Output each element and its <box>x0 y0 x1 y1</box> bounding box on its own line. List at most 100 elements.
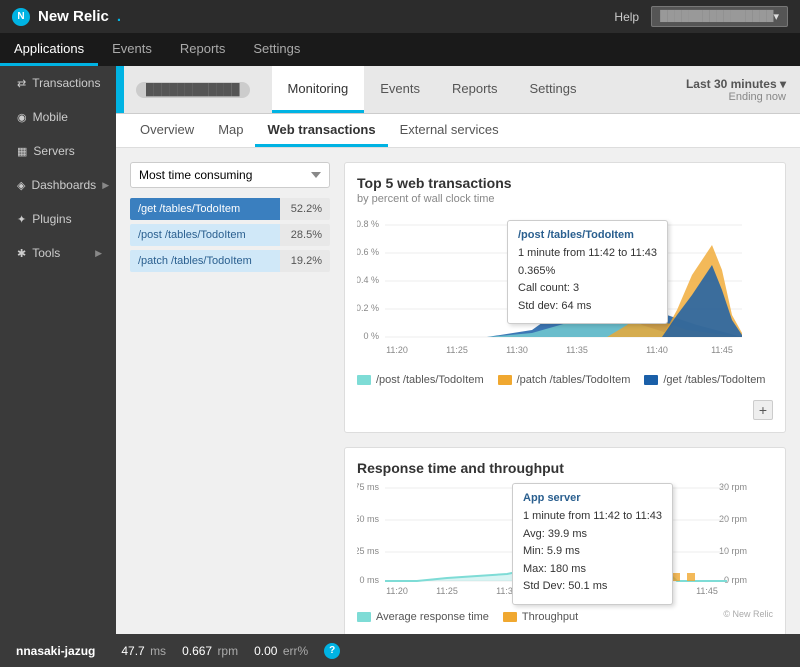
response-tooltip: App server 1 minute from 11:42 to 11:43 … <box>512 483 673 605</box>
tooltip-row-2: Call count: 3 <box>518 280 657 298</box>
tx-pct-patch: 19.2% <box>280 250 330 272</box>
tooltip-row-1: 0.365% <box>518 263 657 281</box>
nav-events[interactable]: Events <box>98 33 166 66</box>
response-legend: Average response time Throughput <box>357 611 578 623</box>
subnav: Overview Map Web transactions External s… <box>116 114 800 148</box>
nav-applications[interactable]: Applications <box>0 33 98 66</box>
transaction-row-patch[interactable]: /patch /tables/TodoItem 19.2% <box>130 250 330 272</box>
tx-label-patch: /patch /tables/TodoItem <box>130 250 280 272</box>
svg-text:11:45: 11:45 <box>711 345 733 355</box>
svg-text:0 %: 0 % <box>363 331 379 341</box>
response-tooltip-title: App server <box>523 492 662 504</box>
response-chart-title: Response time and throughput <box>357 460 773 476</box>
servers-icon: ▦ <box>17 145 27 158</box>
main-content: Most time consuming /get /tables/TodoIte… <box>116 148 800 634</box>
chart-watermark: © New Relic <box>723 609 773 619</box>
tab-reports[interactable]: Reports <box>436 66 514 113</box>
help-link[interactable]: Help <box>614 10 639 24</box>
tooltip-title: /post /tables/TodoItem <box>518 229 657 241</box>
brand-name: New Relic <box>38 8 109 25</box>
content: ████████████ Monitoring Events Reports S… <box>116 66 800 634</box>
subnav-overview[interactable]: Overview <box>128 114 206 147</box>
transaction-row-get[interactable]: /get /tables/TodoItem 52.2% <box>130 198 330 220</box>
nav-reports[interactable]: Reports <box>166 33 240 66</box>
legend-item-patch: /patch /tables/TodoItem <box>498 374 631 386</box>
subnav-external-services[interactable]: External services <box>388 114 511 147</box>
response-chart-section: Response time and throughput 75 ms 50 ms… <box>344 447 786 634</box>
topbar-right: Help ████████████████ ▾ <box>614 6 788 27</box>
user-dropdown[interactable]: ████████████████ ▾ <box>651 6 788 27</box>
sidebar-item-tools[interactable]: ✱ Tools ▶ <box>0 236 116 270</box>
svg-text:20 rpm: 20 rpm <box>719 514 747 524</box>
top5-chart-section: Top 5 web transactions by percent of wal… <box>344 162 786 433</box>
sidebar-item-plugins[interactable]: ✦ Plugins <box>0 202 116 236</box>
top5-legend: /post /tables/TodoItem /patch /tables/To… <box>357 374 773 420</box>
svg-text:0.8 %: 0.8 % <box>357 219 379 229</box>
subnav-map[interactable]: Map <box>206 114 255 147</box>
statusbar: nnasaki-jazug 47.7 ms 0.667 rpm 0.00 err… <box>0 634 800 667</box>
tx-pct-post: 28.5% <box>280 224 330 246</box>
transactions-icon: ⇄ <box>17 77 26 90</box>
tab-settings[interactable]: Settings <box>514 66 593 113</box>
dashboards-icon: ◈ <box>17 179 25 192</box>
sidebar: ⇄ Transactions ◉ Mobile ▦ Servers ◈ Dash… <box>0 66 116 634</box>
left-panel: Most time consuming /get /tables/TodoIte… <box>130 162 330 620</box>
chevron-right-icon-tools: ▶ <box>95 248 102 259</box>
response-chart-container: 75 ms 50 ms 25 ms 0 ms 30 rpm 20 rpm 10 … <box>357 478 773 601</box>
response-tooltip-row-1: Avg: 39.9 ms <box>523 526 662 544</box>
svg-text:11:20: 11:20 <box>386 345 408 355</box>
legend-item-response: Average response time <box>357 611 489 623</box>
status-metric-2: 0.00 err% <box>254 644 308 658</box>
legend-item-throughput: Throughput <box>503 611 578 623</box>
tab-monitoring[interactable]: Monitoring <box>272 66 365 113</box>
svg-text:30 rpm: 30 rpm <box>719 482 747 492</box>
nav-settings[interactable]: Settings <box>239 33 314 66</box>
timerange-selector[interactable]: Last 30 minutes ▾ Ending now <box>672 66 800 113</box>
main-nav: Applications Events Reports Settings <box>0 33 800 66</box>
sidebar-item-mobile[interactable]: ◉ Mobile <box>0 100 116 134</box>
legend-color-patch <box>498 375 512 385</box>
response-tooltip-row-0: 1 minute from 11:42 to 11:43 <box>523 508 662 526</box>
svg-text:25 ms: 25 ms <box>357 546 379 556</box>
brand-dot: . <box>117 8 121 25</box>
status-app-name: nnasaki-jazug <box>16 644 95 658</box>
mobile-icon: ◉ <box>17 111 27 124</box>
app-name-pill[interactable]: ████████████ <box>136 82 250 98</box>
layout: ⇄ Transactions ◉ Mobile ▦ Servers ◈ Dash… <box>0 66 800 634</box>
legend-color-get <box>644 375 658 385</box>
status-help-indicator[interactable]: ? <box>324 643 340 659</box>
top5-chart-subtitle: by percent of wall clock time <box>357 193 773 205</box>
legend-color-throughput <box>503 612 517 622</box>
legend-item-post: /post /tables/TodoItem <box>357 374 484 386</box>
top5-chart-title: Top 5 web transactions <box>357 175 773 191</box>
svg-text:0 rpm: 0 rpm <box>724 575 747 585</box>
status-metric-0: 47.7 ms <box>121 644 166 658</box>
top5-chart-container: 0.8 % 0.6 % 0.4 % 0.2 % 0 % <box>357 215 773 368</box>
svg-text:11:35: 11:35 <box>566 345 588 355</box>
chevron-right-icon: ▶ <box>102 180 109 191</box>
tab-events[interactable]: Events <box>364 66 436 113</box>
svg-text:11:40: 11:40 <box>646 345 668 355</box>
timerange-label: Last 30 minutes ▾ <box>686 77 786 91</box>
filter-dropdown[interactable]: Most time consuming <box>130 162 330 188</box>
response-tooltip-row-4: Std Dev: 50.1 ms <box>523 578 662 596</box>
tooltip-row-0: 1 minute from 11:42 to 11:43 <box>518 245 657 263</box>
legend-color-post <box>357 375 371 385</box>
timerange-sub: Ending now <box>729 91 787 103</box>
plugins-icon: ✦ <box>17 213 26 226</box>
tooltip-row-3: Std dev: 64 ms <box>518 298 657 316</box>
transaction-row-post[interactable]: /post /tables/TodoItem 28.5% <box>130 224 330 246</box>
sidebar-item-transactions[interactable]: ⇄ Transactions <box>0 66 116 100</box>
right-panel: Top 5 web transactions by percent of wal… <box>344 162 786 620</box>
legend-item-get: /get /tables/TodoItem <box>644 374 765 386</box>
mainnav-left: Applications Events Reports Settings <box>0 33 314 66</box>
sidebar-item-dashboards[interactable]: ◈ Dashboards ▶ <box>0 168 116 202</box>
topbar-left: N New Relic. <box>12 8 121 26</box>
app-header: ████████████ Monitoring Events Reports S… <box>116 66 800 114</box>
tx-label-post: /post /tables/TodoItem <box>130 224 280 246</box>
sidebar-item-servers[interactable]: ▦ Servers <box>0 134 116 168</box>
subnav-web-transactions[interactable]: Web transactions <box>255 114 387 147</box>
svg-text:11:25: 11:25 <box>436 586 458 596</box>
tx-label-get: /get /tables/TodoItem <box>130 198 280 220</box>
add-legend-button[interactable]: + <box>753 400 773 420</box>
